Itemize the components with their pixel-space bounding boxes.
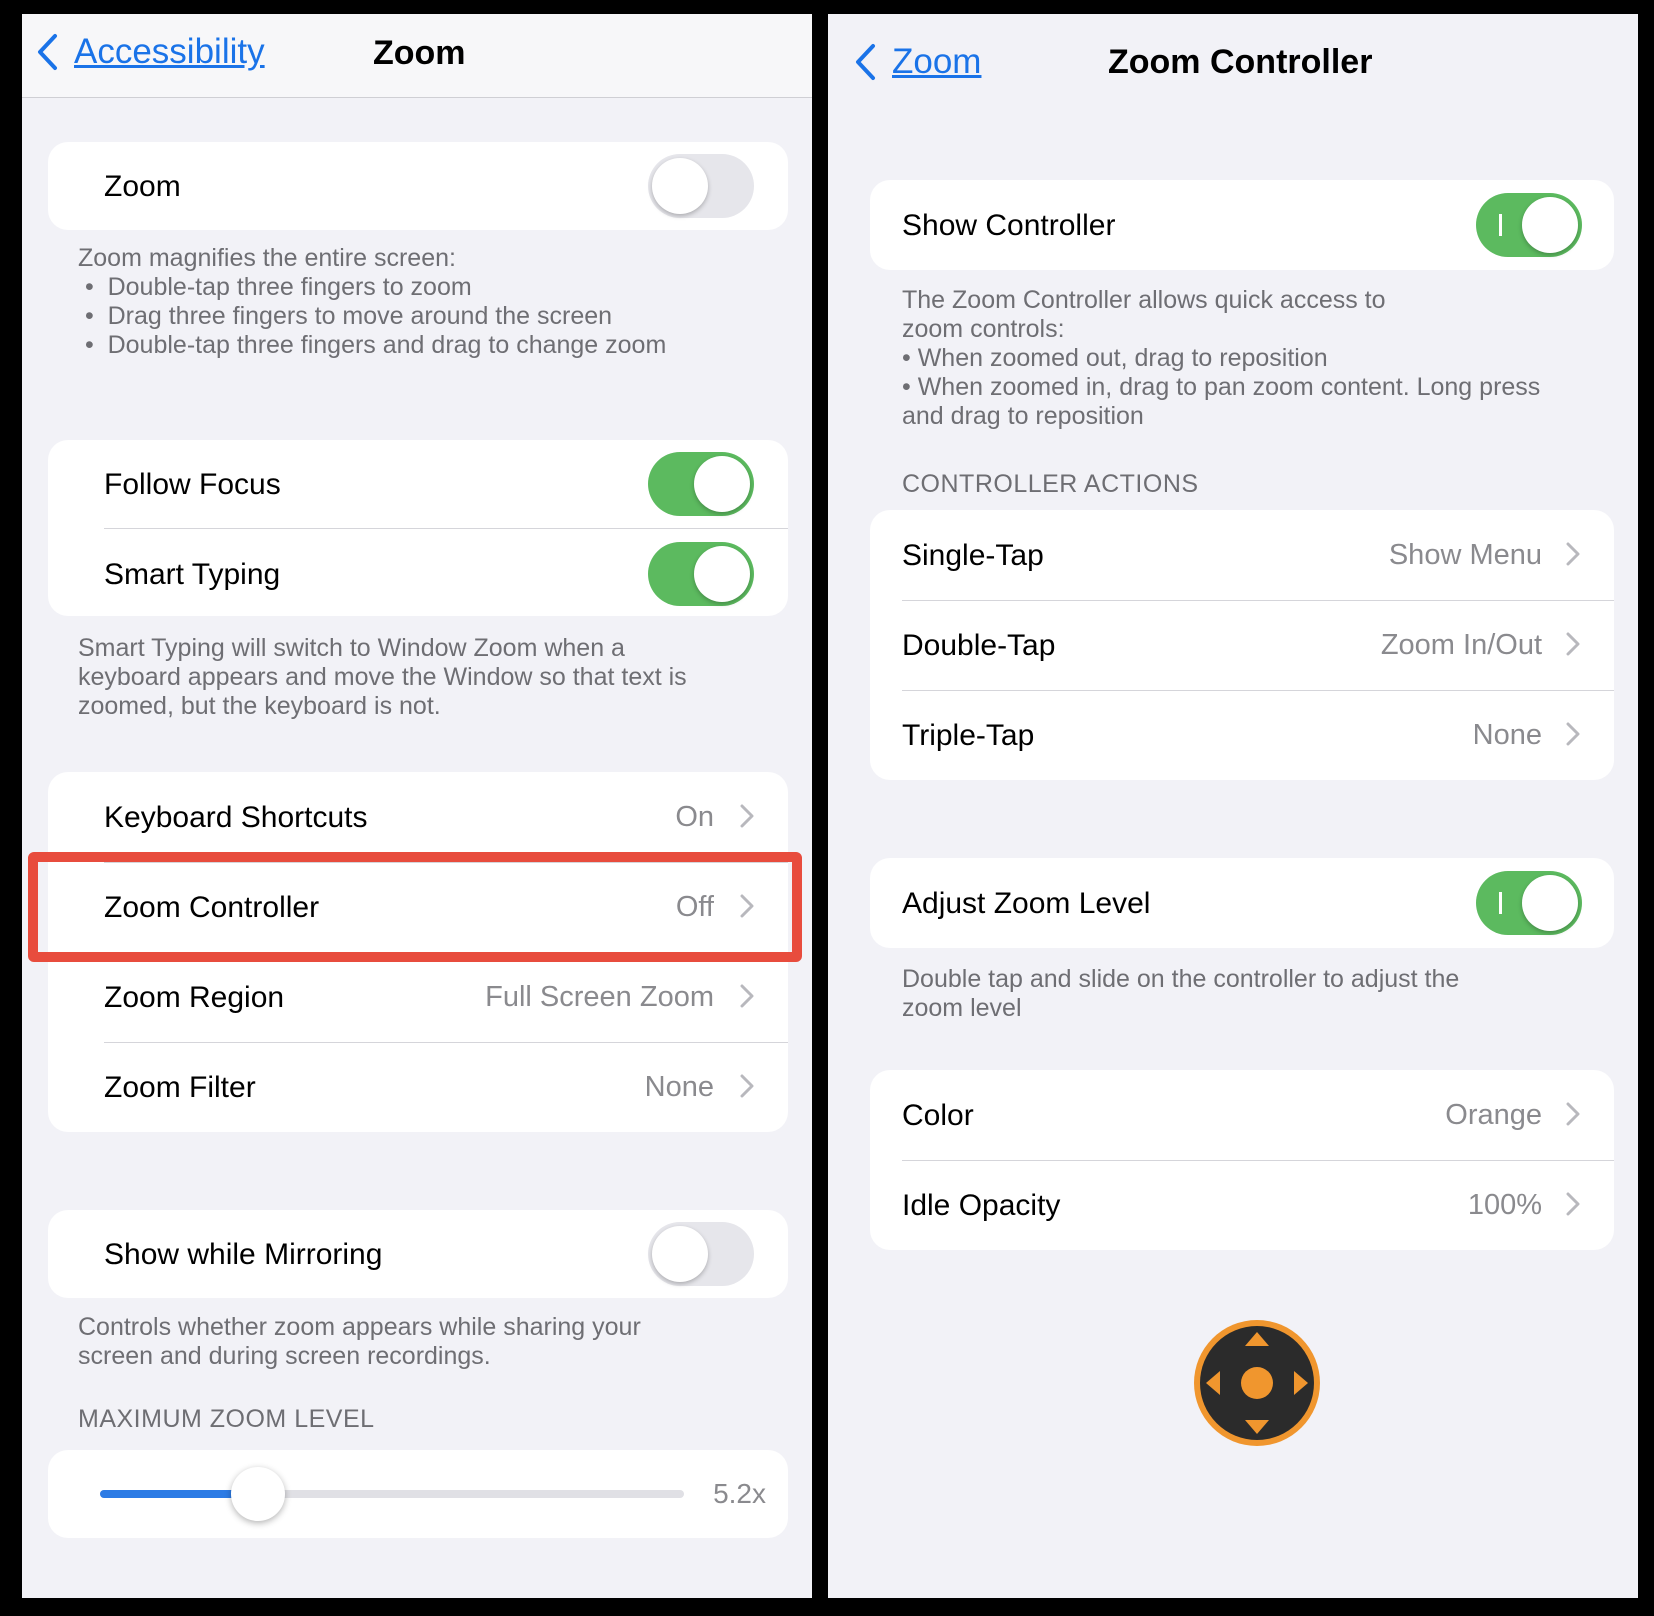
- show-while-mirroring-label: Show while Mirroring: [104, 1238, 383, 1271]
- max-zoom-slider[interactable]: [100, 1490, 684, 1498]
- row-value: None: [1472, 719, 1542, 751]
- zoom-footnote-heading: Zoom magnifies the entire screen:: [78, 244, 456, 272]
- chevron-left-icon: [856, 44, 875, 80]
- row-label: Triple-Tap: [902, 719, 1035, 752]
- adjust-zoom-toggle[interactable]: [1476, 871, 1582, 935]
- zoom-footnote-bullet: Drag three fingers to move around the sc…: [107, 302, 613, 330]
- appearance-group: Color Orange Idle Opacity 100%: [870, 1070, 1614, 1250]
- double-tap-row[interactable]: Double-Tap Zoom In/Out: [870, 600, 1614, 690]
- navigation-bar: Zoom Zoom Controller: [828, 14, 1638, 124]
- back-button-zoom[interactable]: Zoom: [854, 42, 981, 82]
- row-label: Single-Tap: [902, 539, 1044, 572]
- controller-actions-header: CONTROLLER ACTIONS: [902, 470, 1199, 498]
- zoom-controller-panel: Zoom Zoom Controller Show Controller The…: [828, 14, 1638, 1598]
- show-controller-toggle[interactable]: [1476, 193, 1582, 257]
- zoom-filter-row[interactable]: Zoom Filter None: [48, 1042, 788, 1132]
- page-title: Zoom: [373, 34, 466, 72]
- keyboard-shortcuts-row[interactable]: Keyboard Shortcuts On: [48, 772, 788, 862]
- row-value: None: [644, 1071, 714, 1103]
- chevron-right-icon: [1566, 1102, 1580, 1126]
- idle-opacity-row[interactable]: Idle Opacity 100%: [870, 1160, 1614, 1250]
- smart-typing-footnote: Smart Typing will switch to Window Zoom …: [78, 634, 687, 721]
- mirroring-footnote: Controls whether zoom appears while shar…: [78, 1313, 641, 1371]
- show-while-mirroring-toggle[interactable]: [648, 1222, 754, 1286]
- divider: [104, 528, 788, 529]
- footnote-line: zoomed, but the keyboard is not.: [78, 692, 441, 720]
- mirroring-group: Show while Mirroring: [48, 1210, 788, 1298]
- page-title: Zoom Controller: [1108, 43, 1373, 81]
- max-zoom-header: MAXIMUM ZOOM LEVEL: [78, 1405, 375, 1433]
- highlight-box: [28, 852, 802, 962]
- row-value: Show Menu: [1388, 539, 1542, 571]
- row-value: Full Screen Zoom: [485, 981, 714, 1013]
- footnote-line: The Zoom Controller allows quick access …: [902, 286, 1386, 314]
- follow-focus-toggle[interactable]: [648, 452, 754, 516]
- chevron-right-icon: [740, 1074, 754, 1098]
- follow-focus-label: Follow Focus: [104, 468, 281, 501]
- zoom-label: Zoom: [104, 170, 181, 203]
- footnote-line: zoom controls:: [902, 315, 1065, 343]
- max-zoom-group: 5.2x: [48, 1450, 788, 1538]
- chevron-right-icon: [1566, 632, 1580, 656]
- max-zoom-value: 5.2x: [713, 1478, 766, 1509]
- footnote-line: and drag to reposition: [902, 402, 1144, 430]
- row-label: Zoom Region: [104, 981, 285, 1014]
- smart-typing-toggle[interactable]: [648, 542, 754, 606]
- row-label: Color: [902, 1099, 974, 1132]
- footnote-line: Smart Typing will switch to Window Zoom …: [78, 634, 625, 662]
- footnote-line: keyboard appears and move the Window so …: [78, 663, 687, 691]
- zoom-footnote: Zoom magnifies the entire screen: • Doub…: [78, 244, 667, 359]
- chevron-left-icon: [38, 34, 57, 70]
- chevron-right-icon: [740, 984, 754, 1008]
- footnote-line: • When zoomed out, drag to reposition: [902, 344, 1328, 372]
- navigation-bar: Accessibility Zoom: [22, 14, 812, 98]
- zoom-settings-panel: Accessibility Zoom Zoom Zoom magnifies t…: [22, 14, 812, 1598]
- show-controller-group: Show Controller: [870, 180, 1614, 270]
- back-label[interactable]: Accessibility: [74, 32, 265, 72]
- adjust-zoom-footnote: Double tap and slide on the controller t…: [902, 965, 1459, 1023]
- adjust-zoom-group: Adjust Zoom Level: [870, 858, 1614, 948]
- show-controller-footnote: The Zoom Controller allows quick access …: [902, 286, 1540, 431]
- row-value: On: [675, 801, 714, 833]
- chevron-right-icon: [1566, 722, 1580, 746]
- zoom-controller-joystick-icon[interactable]: [1192, 1318, 1322, 1448]
- chevron-right-icon: [740, 804, 754, 828]
- row-label: Keyboard Shortcuts: [104, 801, 368, 834]
- color-row[interactable]: Color Orange: [870, 1070, 1614, 1160]
- footnote-line: • When zoomed in, drag to pan zoom conte…: [902, 373, 1541, 401]
- footnote-line: Controls whether zoom appears while shar…: [78, 1313, 641, 1341]
- zoom-footnote-bullet: Double-tap three fingers to zoom: [107, 273, 472, 301]
- triple-tap-row[interactable]: Triple-Tap None: [870, 690, 1614, 780]
- focus-typing-group: Follow Focus Smart Typing: [48, 440, 788, 616]
- zoom-toggle-group: Zoom: [48, 142, 788, 230]
- footnote-line: Double tap and slide on the controller t…: [902, 965, 1460, 993]
- footnote-line: zoom level: [902, 994, 1022, 1022]
- chevron-right-icon: [1566, 1192, 1580, 1216]
- zoom-region-row[interactable]: Zoom Region Full Screen Zoom: [48, 952, 788, 1042]
- chevron-right-icon: [1566, 542, 1580, 566]
- slider-thumb[interactable]: [230, 1467, 285, 1521]
- row-value: 100%: [1467, 1189, 1542, 1221]
- zoom-footnote-bullet: Double-tap three fingers and drag to cha…: [107, 331, 667, 359]
- row-label: Idle Opacity: [902, 1189, 1061, 1222]
- back-label[interactable]: Zoom: [892, 42, 981, 82]
- adjust-zoom-label: Adjust Zoom Level: [902, 887, 1151, 920]
- row-value: Zoom In/Out: [1380, 629, 1542, 661]
- controller-actions-group: Single-Tap Show Menu Double-Tap Zoom In/…: [870, 510, 1614, 780]
- zoom-toggle[interactable]: [648, 154, 754, 218]
- row-label: Double-Tap: [902, 629, 1056, 662]
- single-tap-row[interactable]: Single-Tap Show Menu: [870, 510, 1614, 600]
- back-button-accessibility[interactable]: Accessibility: [36, 32, 265, 72]
- row-label: Zoom Filter: [104, 1071, 256, 1104]
- smart-typing-label: Smart Typing: [104, 558, 281, 591]
- footnote-line: screen and during screen recordings.: [78, 1342, 491, 1370]
- row-value: Orange: [1445, 1099, 1542, 1131]
- show-controller-label: Show Controller: [902, 209, 1116, 242]
